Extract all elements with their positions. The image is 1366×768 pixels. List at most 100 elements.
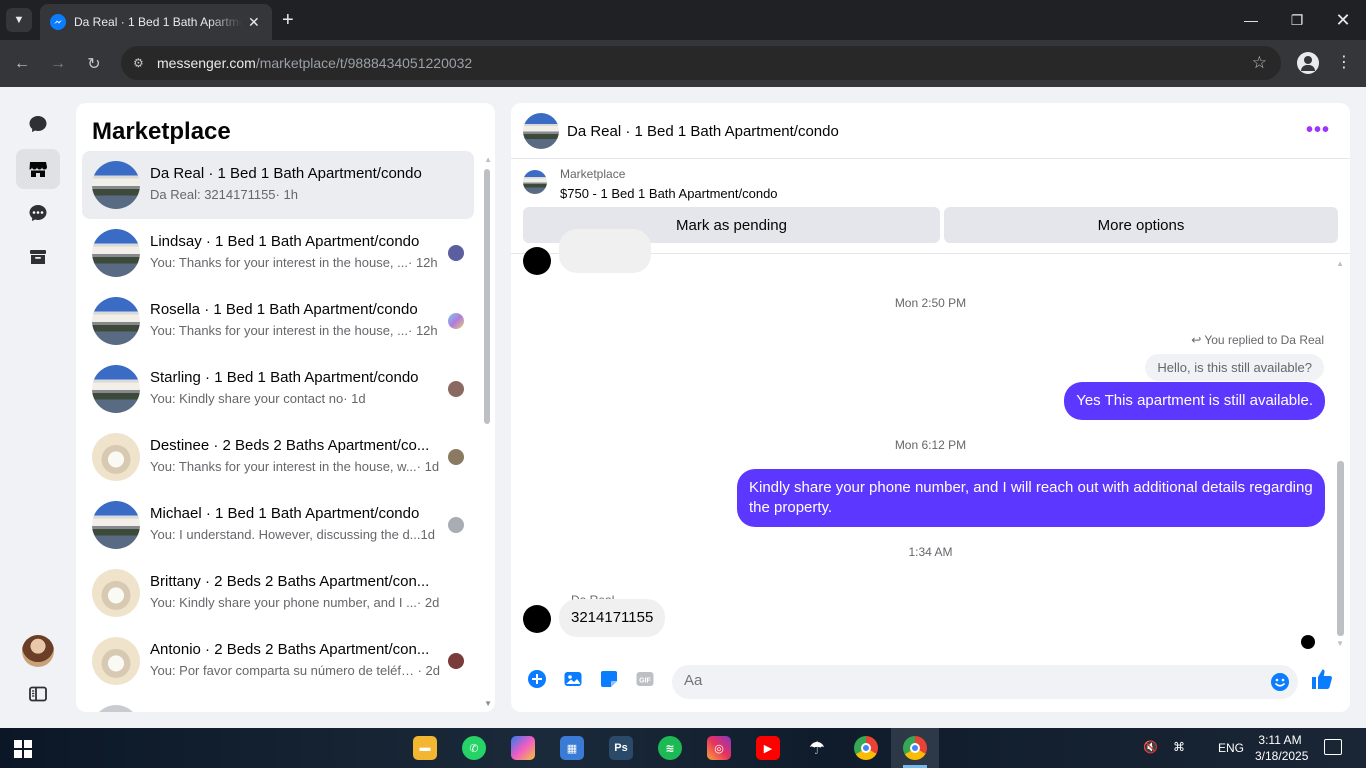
listing-label: Marketplace (560, 167, 626, 181)
conversation-avatar (92, 365, 140, 413)
emoji-icon[interactable] (1270, 672, 1290, 692)
read-receipt-avatar (448, 245, 464, 261)
minimize-button[interactable]: — (1228, 0, 1274, 40)
conversation-item[interactable]: Starling · 1 Bed 1 Bath Apartment/condo … (82, 355, 474, 423)
conversation-item[interactable]: Antonio · 2 Beds 2 Baths Apartment/con..… (82, 627, 474, 695)
conversation-name: Destinee · 2 Beds 2 Baths Apartment/co..… (150, 437, 430, 454)
instagram-icon[interactable]: ◎ (707, 736, 731, 760)
photoshop-icon[interactable]: Ps (609, 736, 633, 760)
message-requests-button[interactable] (16, 193, 60, 233)
tab-search-button[interactable]: ▼ (6, 8, 32, 32)
volume-muted-icon[interactable]: 🔇 (1143, 740, 1158, 754)
restore-button[interactable]: ❐ (1274, 0, 1320, 40)
conversation-name: Lindsay · 1 Bed 1 Bath Apartment/condo (150, 233, 420, 250)
scroll-down-icon[interactable]: ▼ (484, 699, 492, 708)
chat-avatar[interactable] (523, 113, 559, 149)
chats-button[interactable] (16, 104, 60, 144)
listing-thumbnail[interactable] (523, 170, 547, 194)
thread-scrollbar[interactable] (1337, 461, 1344, 636)
user-avatar[interactable] (22, 635, 54, 667)
plus-circle-icon[interactable] (527, 669, 547, 689)
copilot-icon[interactable] (511, 736, 535, 760)
bookmark-star-icon[interactable]: ☆ (1252, 53, 1267, 73)
chevron-down-icon: ▼ (13, 14, 25, 26)
new-tab-button[interactable]: + (282, 8, 294, 32)
chrome-icon[interactable] (854, 736, 878, 760)
conversation-item[interactable]: Michael · 1 Bed 1 Bath Apartment/condo Y… (82, 491, 474, 559)
conversation-preview: You: Por favor comparta su número de tel… (150, 663, 418, 678)
spotify-icon[interactable]: ≋ (658, 736, 682, 760)
list-scrollbar[interactable] (484, 169, 490, 424)
windows-start-icon[interactable] (14, 740, 32, 758)
language-indicator[interactable]: ENG (1218, 741, 1244, 755)
toggle-sidebar-button[interactable] (16, 674, 60, 714)
read-receipt-avatar (448, 381, 464, 397)
message-bubble[interactable]: 3214171155 (559, 599, 666, 637)
chat-dots-icon (29, 205, 47, 221)
file-explorer-icon[interactable]: ▬ (413, 736, 437, 760)
sticker-icon[interactable] (599, 669, 619, 689)
conversation-time: · 2d (416, 595, 440, 610)
conversation-time: · 12h (408, 323, 438, 338)
profile-icon[interactable] (1297, 52, 1319, 74)
back-button[interactable]: ← (10, 52, 34, 76)
chat-header: Da Real · 1 Bed 1 Bath Apartment/condo •… (511, 103, 1350, 159)
conversation-preview: You: I understand. However, discussing t… (150, 527, 421, 542)
marketplace-button[interactable] (16, 149, 60, 189)
conversation-item[interactable]: Rosella · 1 Bed 1 Bath Apartment/condo Y… (82, 287, 474, 355)
url-text[interactable]: messenger.com/marketplace/t/988843405122… (157, 55, 472, 71)
scroll-down-icon[interactable]: ▼ (1336, 639, 1344, 648)
scroll-up-icon[interactable]: ▲ (1336, 259, 1344, 268)
replied-message-quote[interactable]: Hello, is this still available? (1145, 354, 1324, 381)
conversation-time: · 2d (417, 663, 440, 678)
address-bar[interactable]: ⚙ messenger.com/marketplace/t/9888434051… (121, 46, 1281, 80)
conversation-item[interactable]: Destinee · 2 Beds 2 Baths Apartment/co..… (82, 423, 474, 491)
read-receipt-avatar (448, 653, 464, 669)
conversation-preview: Da Real: 3214171155 (150, 187, 276, 202)
thumbs-up-icon[interactable] (1310, 667, 1334, 691)
more-options-icon[interactable]: ••• (1306, 119, 1330, 142)
conversation-item[interactable]: Lindsay · 1 Bed 1 Bath Apartment/condo Y… (82, 219, 474, 287)
message-bubble[interactable]: Kindly share your phone number, and I wi… (737, 469, 1325, 527)
conversation-item[interactable]: Da Real · 1 Bed 1 Bath Apartment/condo D… (82, 151, 474, 219)
microsoft-store-icon[interactable]: ▦ (560, 736, 584, 760)
forward-button[interactable]: → (46, 52, 70, 76)
notification-center-icon[interactable] (1324, 739, 1342, 755)
close-tab-icon[interactable]: ✕ (248, 14, 260, 31)
browser-menu-icon[interactable]: ⋮ (1336, 52, 1352, 72)
conversation-time: · 12h (408, 255, 438, 270)
sender-avatar (523, 247, 551, 275)
chat-bubble-icon (29, 116, 47, 132)
conversation-time: · 1h (275, 187, 298, 202)
chrome-profile-icon[interactable] (903, 736, 927, 760)
message-input[interactable] (684, 672, 1244, 689)
gif-icon[interactable]: GIF (635, 669, 655, 689)
messenger-favicon-icon (50, 14, 66, 30)
conversation-preview: You: Kindly share your phone number, and… (150, 595, 417, 610)
browser-tabstrip: ▼ Da Real · 1 Bed 1 Bath Apartment/condo… (0, 0, 1366, 40)
close-window-button[interactable]: ✕ (1320, 0, 1366, 40)
listing-title[interactable]: $750 - 1 Bed 1 Bath Apartment/condo (560, 186, 778, 201)
scroll-up-icon[interactable]: ▲ (484, 155, 492, 164)
more-options-button[interactable]: More options (944, 207, 1338, 243)
site-settings-icon[interactable]: ⚙ (133, 56, 151, 70)
chat-panel: Da Real · 1 Bed 1 Bath Apartment/condo •… (511, 103, 1350, 712)
chat-title[interactable]: Da Real · 1 Bed 1 Bath Apartment/condo (567, 123, 839, 140)
read-receipt-avatar (448, 517, 464, 533)
conversation-avatar (92, 433, 140, 481)
conversation-avatar (92, 569, 140, 617)
conversation-item[interactable]: Brittany · 2 Beds 2 Baths Apartment/con.… (82, 559, 474, 627)
browser-tab[interactable]: Da Real · 1 Bed 1 Bath Apartment/condo ✕ (40, 4, 272, 40)
whatsapp-icon[interactable]: ✆ (462, 736, 486, 760)
youtube-icon[interactable]: ▶ (756, 736, 780, 760)
sender-avatar[interactable] (523, 605, 551, 633)
reload-button[interactable]: ↻ (82, 52, 106, 76)
network-icon[interactable]: ⌘ (1173, 740, 1185, 754)
seen-indicator-avatar (1301, 635, 1315, 649)
archive-button[interactable] (16, 237, 60, 277)
message-bubble[interactable]: Yes This apartment is still available. (1064, 382, 1325, 420)
weather-umbrella-icon[interactable]: ☂ (805, 736, 829, 760)
photo-icon[interactable] (563, 669, 583, 689)
conversation-item[interactable] (82, 695, 474, 712)
system-clock[interactable]: 3:11 AM 3/18/2025 (1255, 732, 1308, 764)
